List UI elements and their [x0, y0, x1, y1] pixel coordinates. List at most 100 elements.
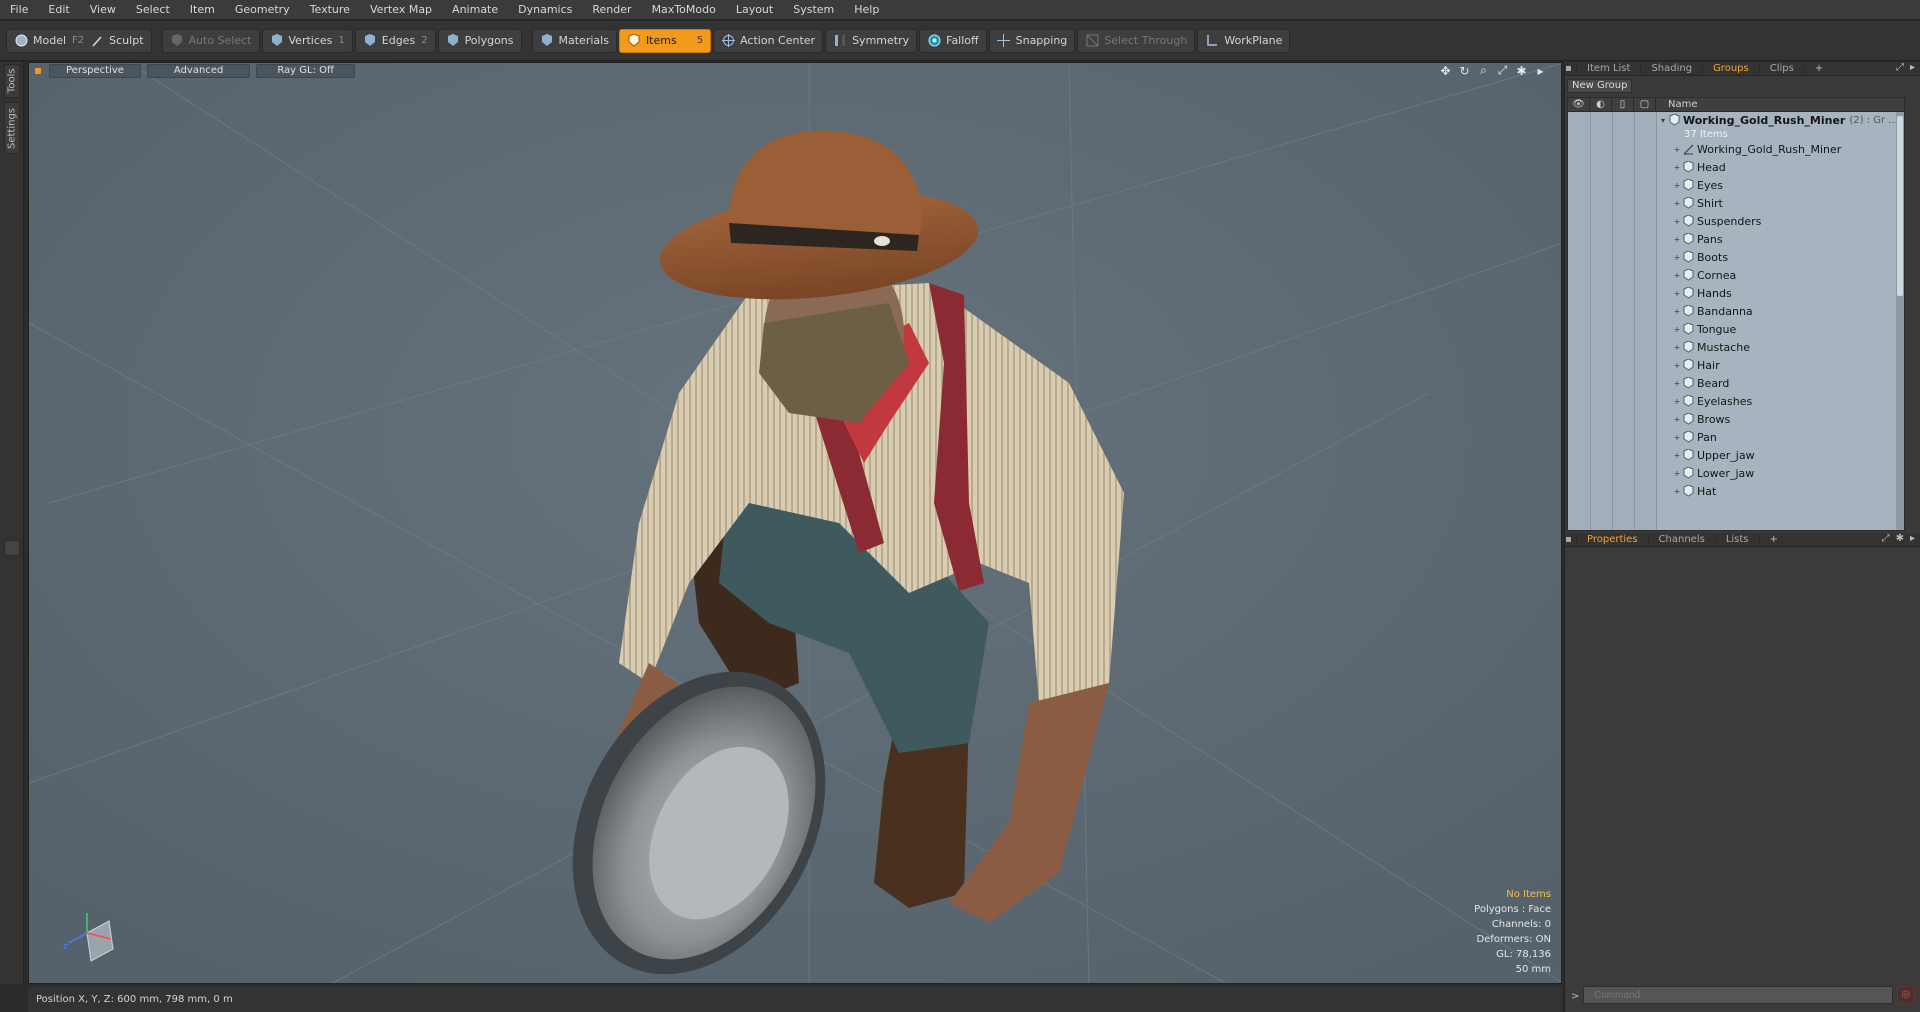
auto-select-button[interactable]: Auto Select	[161, 28, 260, 53]
materials-icon	[540, 34, 554, 48]
group-item-row[interactable]: + Cornea	[1658, 266, 1898, 284]
group-item-row[interactable]: + Head	[1658, 158, 1898, 176]
lock-column-icon[interactable]: ▯	[1612, 98, 1634, 112]
snapping-button[interactable]: Snapping	[988, 28, 1076, 53]
tab-shading[interactable]: Shading	[1641, 61, 1704, 76]
menu-maxtomodo[interactable]: MaxToModo	[642, 0, 726, 20]
falloff-label: Falloff	[946, 34, 979, 47]
panel-expand-icon[interactable]: ▸	[1910, 62, 1915, 73]
settings-tab[interactable]: Settings	[4, 102, 20, 154]
command-history-button[interactable]: ◎	[1897, 986, 1915, 1004]
groups-list: 👁 ◐ ▯ ▢ Name ▾ Working_Gold_Rush_Miner (…	[1567, 97, 1905, 531]
groups-scrollbar[interactable]	[1896, 112, 1904, 530]
tab-groups[interactable]: Groups	[1703, 61, 1760, 76]
menu-system[interactable]: System	[783, 0, 844, 20]
menu-geometry[interactable]: Geometry	[225, 0, 300, 20]
menu-edit[interactable]: Edit	[38, 0, 79, 20]
group-item-row[interactable]: + Brows	[1658, 410, 1898, 428]
select-column-icon[interactable]: ▢	[1634, 98, 1656, 112]
workplane-button[interactable]: WorkPlane	[1197, 28, 1291, 53]
scrollbar-thumb[interactable]	[1897, 116, 1903, 296]
panel-menu-dot[interactable]: ▪	[1565, 61, 1577, 76]
group-item-row[interactable]: + Working_Gold_Rush_Miner	[1658, 140, 1898, 158]
projection-dropdown[interactable]: Perspective	[49, 64, 141, 78]
group-item-row[interactable]: + Bandanna	[1658, 302, 1898, 320]
menu-file[interactable]: File	[0, 0, 38, 20]
expand-arrow-icon[interactable]: ▸	[1534, 64, 1547, 78]
collapse-chevron-icon[interactable]: ▾	[1658, 116, 1668, 125]
symmetry-button[interactable]: Symmetry	[825, 28, 918, 53]
props-menu-dot[interactable]: ▪	[1565, 532, 1577, 547]
group-item-row[interactable]: + Mustache	[1658, 338, 1898, 356]
menu-select[interactable]: Select	[126, 0, 180, 20]
add-props-tab-button[interactable]: +	[1760, 533, 1788, 547]
group-item-row[interactable]: + Pan	[1658, 428, 1898, 446]
menu-animate[interactable]: Animate	[442, 0, 508, 20]
menu-vertex-map[interactable]: Vertex Map	[360, 0, 442, 20]
menu-dynamics[interactable]: Dynamics	[508, 0, 582, 20]
group-item-row[interactable]: + Eyelashes	[1658, 392, 1898, 410]
group-item-row[interactable]: + Pans	[1658, 230, 1898, 248]
add-tab-button[interactable]: +	[1805, 62, 1833, 76]
group-item-row[interactable]: + Boots	[1658, 248, 1898, 266]
menu-texture[interactable]: Texture	[300, 0, 360, 20]
rotate-icon[interactable]: ↻	[1458, 64, 1471, 78]
group-root-row[interactable]: ▾ Working_Gold_Rush_Miner (2) : Gr ...	[1658, 112, 1898, 128]
polygons-button[interactable]: Polygons	[437, 28, 522, 53]
group-item-row[interactable]: + Eyes	[1658, 176, 1898, 194]
group-item-row[interactable]: + Suspenders	[1658, 212, 1898, 230]
group-item-row[interactable]: + Shirt	[1658, 194, 1898, 212]
group-icon	[1668, 114, 1680, 126]
falloff-button[interactable]: Falloff	[919, 28, 987, 53]
props-maximize-icon[interactable]: ⤢	[1882, 533, 1890, 544]
menu-render[interactable]: Render	[582, 0, 641, 20]
group-item-row[interactable]: + Lower_jaw	[1658, 464, 1898, 482]
materials-button[interactable]: Materials	[531, 28, 617, 53]
viewport-menu-dot[interactable]	[35, 68, 41, 74]
group-item-row[interactable]: + Tongue	[1658, 320, 1898, 338]
select-through-button[interactable]: Select Through	[1077, 28, 1196, 53]
maximize-panel-icon[interactable]: ⤢	[1896, 62, 1904, 73]
maximize-icon[interactable]: ⤢	[1496, 63, 1509, 77]
flag-columns	[1568, 112, 1657, 530]
edges-button[interactable]: Edges 2	[354, 28, 436, 53]
sculpt-label[interactable]: Sculpt	[109, 34, 143, 47]
pan-icon[interactable]: ✥	[1439, 64, 1452, 78]
group-item-count: 37 Items	[1684, 128, 1728, 140]
tree-branch-icon: +	[1673, 432, 1681, 442]
menu-item[interactable]: Item	[180, 0, 225, 20]
group-item-row[interactable]: + Hair	[1658, 356, 1898, 374]
props-expand-icon[interactable]: ▸	[1910, 533, 1915, 544]
3d-viewport[interactable]: Perspective Advanced Ray GL: Off ✥ ↻ ⌕ ⤢…	[28, 62, 1562, 984]
vertices-button[interactable]: Vertices 1	[261, 28, 353, 53]
info-focal: 50 mm	[1515, 964, 1551, 975]
action-center-button[interactable]: Action Center	[713, 28, 824, 53]
new-group-button[interactable]: New Group	[1567, 79, 1633, 93]
name-column-header[interactable]: Name	[1656, 99, 1698, 110]
menu-help[interactable]: Help	[844, 0, 889, 20]
props-gear-icon[interactable]: ✱	[1896, 533, 1904, 544]
tab-clips[interactable]: Clips	[1760, 61, 1805, 76]
raygl-dropdown[interactable]: Ray GL: Off	[256, 64, 355, 78]
collapse-toggle-button[interactable]	[4, 540, 20, 556]
group-item-row[interactable]: + Hands	[1658, 284, 1898, 302]
locator-icon	[1682, 143, 1694, 155]
group-item-row[interactable]: + Hat	[1658, 482, 1898, 500]
tab-item-list[interactable]: Item List	[1577, 61, 1642, 76]
tab-lists[interactable]: Lists	[1716, 532, 1760, 547]
tab-channels[interactable]: Channels	[1649, 532, 1716, 547]
shading-dropdown[interactable]: Advanced	[146, 64, 251, 78]
gear-icon[interactable]: ✱	[1515, 64, 1528, 78]
visibility-column-icon[interactable]: 👁	[1568, 98, 1590, 112]
render-column-icon[interactable]: ◐	[1590, 98, 1612, 112]
group-item-row[interactable]: + Upper_jaw	[1658, 446, 1898, 464]
group-item-row[interactable]: + Beard	[1658, 374, 1898, 392]
model-button[interactable]: Model F2 Sculpt	[6, 28, 152, 53]
tab-properties[interactable]: Properties	[1577, 532, 1649, 547]
command-input[interactable]	[1583, 986, 1893, 1004]
zoom-icon[interactable]: ⌕	[1477, 63, 1490, 77]
menu-layout[interactable]: Layout	[726, 0, 783, 20]
items-button[interactable]: Items 5	[618, 28, 712, 53]
menu-view[interactable]: View	[80, 0, 126, 20]
tools-tab[interactable]: Tools	[4, 64, 20, 98]
